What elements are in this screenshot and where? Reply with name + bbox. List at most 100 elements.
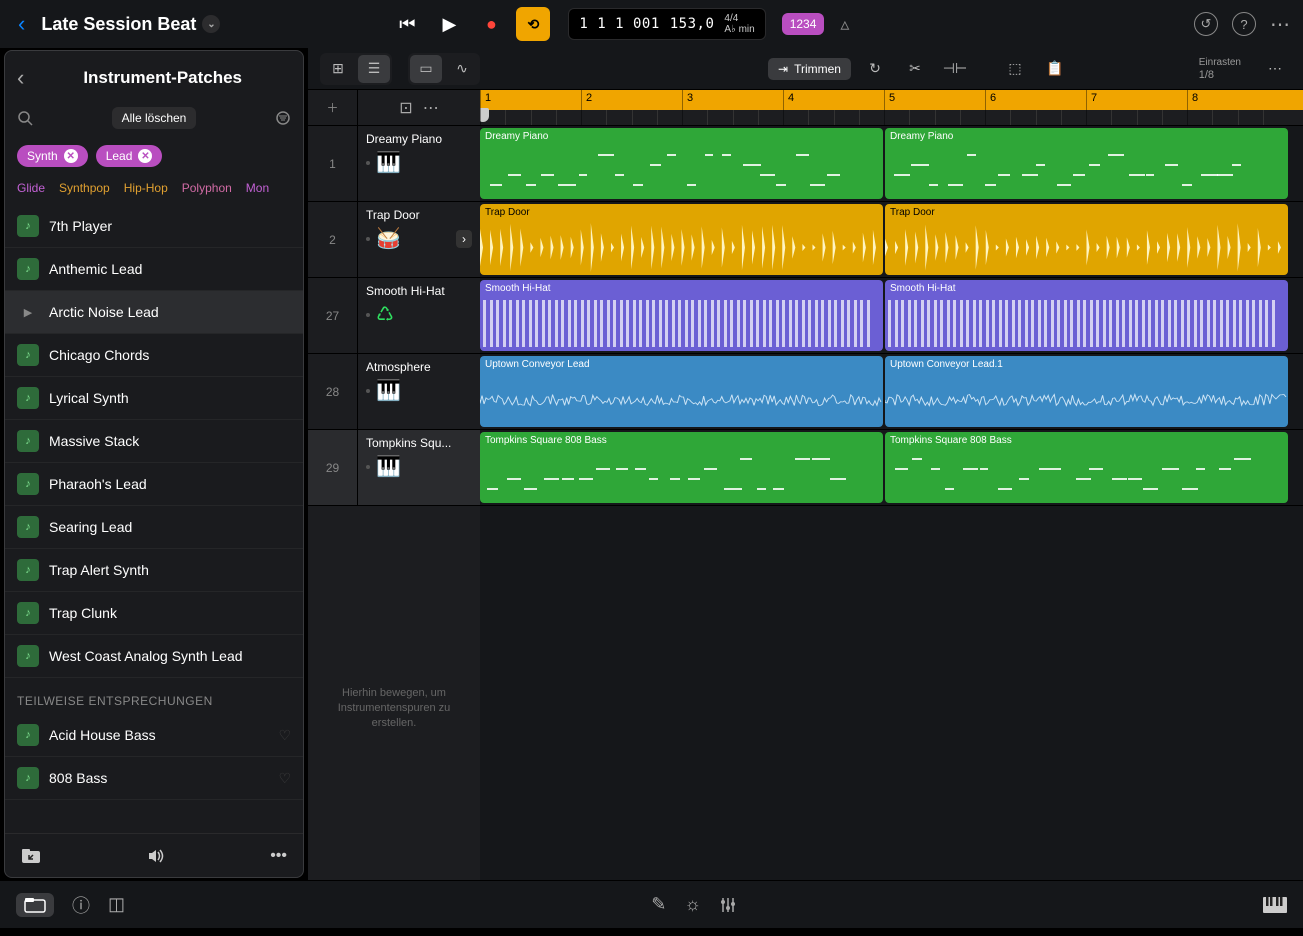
tag[interactable]: Synthpop xyxy=(59,181,110,195)
region-lane[interactable]: Smooth Hi-HatSmooth Hi-Hat xyxy=(480,278,1303,354)
bar-marker: 4 xyxy=(783,90,798,125)
patch-item[interactable]: ♪Trap Clunk xyxy=(5,592,303,635)
trim-tool-button[interactable]: ⇥ Trimmen xyxy=(768,58,851,80)
chip-remove-icon[interactable]: ✕ xyxy=(138,149,152,163)
marquee-tool-button[interactable]: ⬚ xyxy=(999,55,1031,83)
options-icon[interactable]: ••• xyxy=(270,847,287,865)
patch-item[interactable]: ♪Lyrical Synth xyxy=(5,377,303,420)
timeline-ruler[interactable]: 12345678 xyxy=(480,90,1303,126)
patch-item[interactable]: ♪808 Bass♡ xyxy=(5,757,303,800)
count-in-button[interactable]: 1234 xyxy=(782,13,825,35)
bar-marker: 1 xyxy=(480,90,495,125)
record-button[interactable]: ● xyxy=(474,7,508,41)
region[interactable]: Dreamy Piano xyxy=(480,128,883,199)
patch-item[interactable]: ♪7th Player xyxy=(5,205,303,248)
tag[interactable]: Polyphon xyxy=(182,181,232,195)
patch-name: Acid House Bass xyxy=(49,727,156,743)
favorite-icon[interactable]: ♡ xyxy=(278,727,291,744)
back-button[interactable]: ‹ xyxy=(12,11,31,37)
filter-icon[interactable] xyxy=(275,110,291,126)
smart-controls-button[interactable]: ☼ xyxy=(684,894,701,915)
grid-view-button[interactable]: ⊞ xyxy=(322,55,354,83)
patch-item[interactable]: ♪West Coast Analog Synth Lead xyxy=(5,635,303,678)
loop-tool-button[interactable]: ↻ xyxy=(859,55,891,83)
track-options-button[interactable]: ⋯ xyxy=(423,98,439,118)
clipboard-button[interactable]: 📋 xyxy=(1039,55,1071,83)
snap-setting[interactable]: Einrasten 1/8 xyxy=(1199,57,1241,81)
edit-button[interactable]: ✎ xyxy=(651,894,666,915)
patch-name: Massive Stack xyxy=(49,433,139,449)
favorite-icon[interactable]: ♡ xyxy=(278,770,291,787)
filter-chip[interactable]: Lead✕ xyxy=(96,145,163,167)
rewind-button[interactable]: ⏮ xyxy=(390,7,424,41)
patch-icon: ♪ xyxy=(17,258,39,280)
search-icon[interactable] xyxy=(17,110,33,126)
filter-chip[interactable]: Synth✕ xyxy=(17,145,88,167)
track-header[interactable]: 27 Smooth Hi-Hat ♺ xyxy=(308,278,480,354)
patch-item[interactable]: ♪Pharaoh's Lead xyxy=(5,463,303,506)
automation-view-button[interactable]: ∿ xyxy=(446,55,478,83)
help-button[interactable]: ? xyxy=(1232,12,1256,36)
timeline-more-button[interactable]: ⋯ xyxy=(1259,55,1291,83)
track-stack-button[interactable]: ⊡ xyxy=(399,98,412,118)
expand-icon[interactable]: › xyxy=(456,230,472,248)
chip-remove-icon[interactable]: ✕ xyxy=(64,149,78,163)
scissors-tool-button[interactable]: ✂ xyxy=(899,55,931,83)
region[interactable]: Smooth Hi-Hat xyxy=(480,280,883,351)
keyboard-button[interactable] xyxy=(1263,897,1287,913)
patch-icon: ♪ xyxy=(17,516,39,538)
cycle-button[interactable]: ⟲ xyxy=(516,7,550,41)
library-back-button[interactable]: ‹ xyxy=(17,65,24,91)
region-lane[interactable]: Uptown Conveyor Lead Uptown Conveyor Lead… xyxy=(480,354,1303,430)
list-view-button[interactable]: ☰ xyxy=(358,55,390,83)
region[interactable]: Trap Door xyxy=(885,204,1288,275)
track-header[interactable]: 28 Atmosphere 🎹 xyxy=(308,354,480,430)
info-button[interactable]: ⓘ xyxy=(72,892,90,918)
play-button[interactable]: ▶ xyxy=(432,7,466,41)
region[interactable]: Dreamy Piano xyxy=(885,128,1288,199)
patch-item[interactable]: ♪ Massive Stack xyxy=(5,420,303,463)
region[interactable]: Tompkins Square 808 Bass xyxy=(885,432,1288,503)
patch-item[interactable]: ♪Searing Lead xyxy=(5,506,303,549)
region-name: Tompkins Square 808 Bass xyxy=(890,435,1012,446)
tag[interactable]: Hip-Hop xyxy=(124,181,168,195)
panels-button[interactable]: ◫ xyxy=(108,894,125,915)
region-view-button[interactable]: ▭ xyxy=(410,55,442,83)
region[interactable]: Smooth Hi-Hat xyxy=(885,280,1288,351)
region[interactable]: Trap Door xyxy=(480,204,883,275)
library-button[interactable] xyxy=(16,893,54,917)
region[interactable]: Uptown Conveyor Lead xyxy=(480,356,883,427)
project-title[interactable]: Late Session Beat ⌄ xyxy=(41,14,220,35)
patch-item[interactable]: ♪Anthemic Lead xyxy=(5,248,303,291)
add-track-button[interactable]: ＋ xyxy=(326,99,338,116)
clear-all-button[interactable]: Alle löschen xyxy=(112,107,197,129)
patch-item[interactable]: ♪Chicago Chords xyxy=(5,334,303,377)
tag[interactable]: Glide xyxy=(17,181,45,195)
patch-icon: ♪ xyxy=(17,430,39,452)
track-header[interactable]: 1 Dreamy Piano 🎹 xyxy=(308,126,480,202)
region-name: Uptown Conveyor Lead.1 xyxy=(890,359,1003,370)
region-lane[interactable]: Trap DoorTrap Door xyxy=(480,202,1303,278)
split-tool-button[interactable]: ⊣⊢ xyxy=(939,55,971,83)
metronome-button[interactable]: ▵ xyxy=(840,14,849,35)
bar-marker: 2 xyxy=(581,90,596,125)
patch-item[interactable]: ▶Arctic Noise Lead xyxy=(5,291,303,334)
patch-item[interactable]: ♪Trap Alert Synth xyxy=(5,549,303,592)
mixer-button[interactable] xyxy=(719,896,737,914)
patch-icon: ♪ xyxy=(17,559,39,581)
undo-button[interactable]: ↺ xyxy=(1194,12,1218,36)
folder-icon[interactable] xyxy=(21,848,41,864)
more-button[interactable]: ⋯ xyxy=(1270,12,1291,37)
region-lane[interactable]: Dreamy PianoDreamy Piano xyxy=(480,126,1303,202)
track-header[interactable]: 29 Tompkins Squ... 🎹 xyxy=(308,430,480,506)
region[interactable]: Tompkins Square 808 Bass xyxy=(480,432,883,503)
bar-marker: 7 xyxy=(1086,90,1101,125)
region-lane[interactable]: Tompkins Square 808 Bass Tompkins Square … xyxy=(480,430,1303,506)
region[interactable]: Uptown Conveyor Lead.1 xyxy=(885,356,1288,427)
patch-item[interactable]: ♪Acid House Bass♡ xyxy=(5,714,303,757)
track-header[interactable]: 2 Trap Door 🥁› xyxy=(308,202,480,278)
transport-display[interactable]: 1 1 1 001 153,0 4/4 A♭ min xyxy=(568,8,765,40)
preview-audio-icon[interactable] xyxy=(147,848,165,864)
tag[interactable]: Mon xyxy=(246,181,269,195)
project-dropdown-icon[interactable]: ⌄ xyxy=(202,15,220,33)
